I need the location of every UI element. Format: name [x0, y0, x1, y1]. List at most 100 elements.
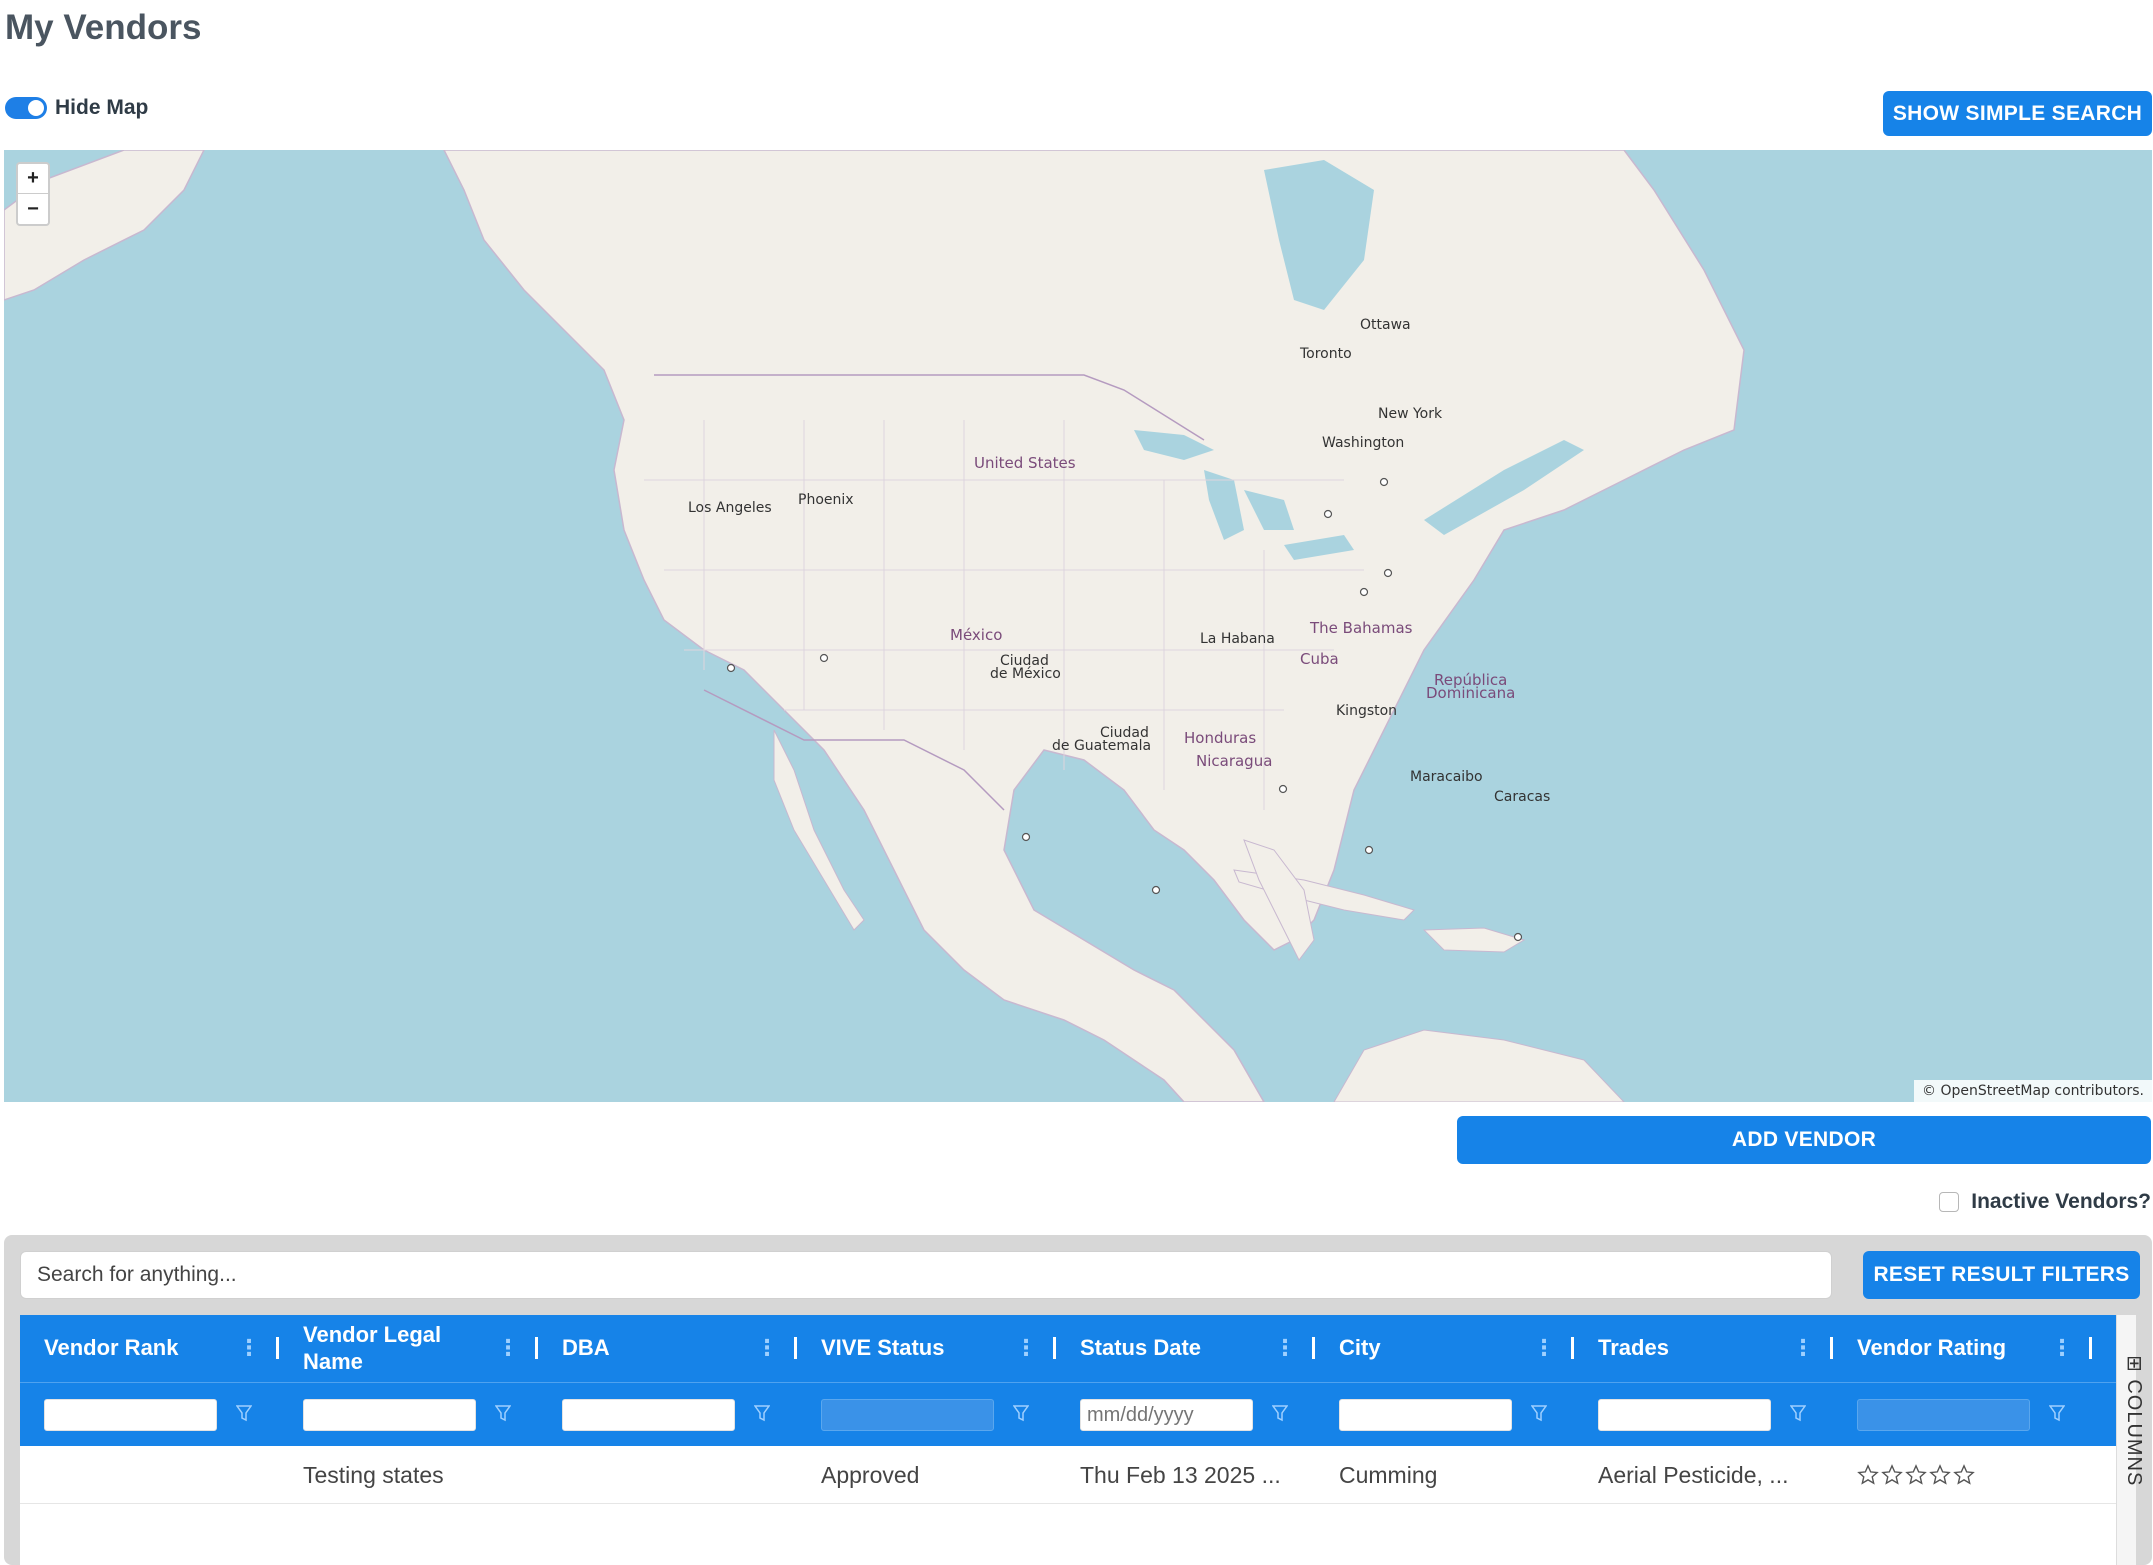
zoom-in-button[interactable]: +: [18, 164, 48, 194]
search-input[interactable]: [20, 1251, 1832, 1299]
cell-vendor-rank: [20, 1446, 44, 1504]
hide-map-label: Hide Map: [55, 96, 149, 119]
columns-panel-tab[interactable]: ⊞ COLUMNS: [2122, 1355, 2146, 1486]
inactive-vendors-label: Inactive Vendors?: [1971, 1190, 2151, 1213]
vendor-grid-panel: RESET RESULT FILTERS Vendor Rank ⋮ Vendor…: [4, 1235, 2152, 1565]
map-label-washington: Washington: [1322, 435, 1405, 451]
column-header-label: Trades: [1598, 1335, 1669, 1361]
column-menu-icon[interactable]: ⋮: [497, 1335, 519, 1361]
map-label-maracaibo: Maracaibo: [1410, 769, 1483, 785]
column-header-vendor-legal-name[interactable]: Vendor Legal Name ⋮: [279, 1315, 538, 1382]
filter-funnel-icon[interactable]: [1013, 1403, 1029, 1423]
map-label-phoenix: Phoenix: [798, 492, 854, 508]
columns-icon: ⊞: [2123, 1355, 2145, 1380]
reset-result-filters-button[interactable]: RESET RESULT FILTERS: [1863, 1251, 2140, 1299]
column-header-city[interactable]: City ⋮: [1315, 1315, 1574, 1382]
filter-input-vendor-legal-name[interactable]: [303, 1399, 476, 1431]
map-tiles: [4, 150, 1745, 1102]
cell-status-date: Thu Feb 13 2025 ...: [1080, 1461, 1281, 1488]
filter-input-city[interactable]: [1339, 1399, 1512, 1431]
map-label-toronto: Toronto: [1300, 346, 1352, 362]
column-header-label: Vendor Legal Name: [303, 1322, 442, 1374]
map-label-mexico: México: [950, 626, 1003, 644]
map-label-ottawa: Ottawa: [1360, 317, 1411, 333]
page-title: My Vendors: [5, 8, 202, 47]
column-header-dba[interactable]: DBA ⋮: [538, 1315, 797, 1382]
column-header-label: Vendor Rating: [1857, 1335, 2007, 1361]
filter-funnel-icon[interactable]: [236, 1403, 252, 1423]
column-header-trades[interactable]: Trades ⋮: [1574, 1315, 1833, 1382]
cell-dba: [538, 1446, 562, 1504]
filter-input-trades[interactable]: [1598, 1399, 1771, 1431]
map-label-caracas: Caracas: [1494, 789, 1551, 805]
column-menu-icon[interactable]: ⋮: [2051, 1335, 2073, 1361]
star-icon[interactable]: [1881, 1464, 1903, 1486]
cell-vive-status: Approved: [821, 1461, 920, 1488]
map-label-ciudad-guatemala-2: de Guatemala: [1052, 738, 1152, 754]
columns-tab-label: COLUMNS: [2123, 1379, 2145, 1487]
hide-map-toggle-row: Hide Map: [5, 96, 148, 120]
filter-input-vendor-rating: [1857, 1399, 2030, 1431]
map-attribution: © OpenStreetMap contributors.: [1914, 1080, 2152, 1102]
filter-date-status-date[interactable]: [1080, 1399, 1253, 1431]
map-label-los-angeles: Los Angeles: [688, 500, 772, 516]
star-icon[interactable]: [1905, 1464, 1927, 1486]
map-label-ciudad-mexico-2: de México: [990, 666, 1061, 682]
filter-funnel-icon[interactable]: [2049, 1403, 2065, 1423]
column-resize-handle[interactable]: [2089, 1337, 2092, 1359]
column-menu-icon[interactable]: ⋮: [238, 1335, 260, 1361]
column-header-vendor-rating[interactable]: Vendor Rating ⋮: [1833, 1315, 2092, 1382]
cell-vendor-legal-name: Testing states: [303, 1461, 444, 1488]
filter-funnel-icon[interactable]: [1272, 1403, 1288, 1423]
column-header-vendor-rank[interactable]: Vendor Rank ⋮: [20, 1315, 279, 1382]
grid-header: Vendor Rank ⋮ Vendor Legal Name ⋮ DBA ⋮ VIV…: [20, 1315, 2116, 1382]
column-header-vive-status[interactable]: VIVE Status ⋮: [797, 1315, 1056, 1382]
map-label-nicaragua: Nicaragua: [1196, 752, 1273, 770]
filter-input-vendor-rank[interactable]: [44, 1399, 217, 1431]
filter-input-vive-status: [821, 1399, 994, 1431]
table-row[interactable]: Testing states Approved Thu Feb 13 2025 …: [20, 1446, 2116, 1504]
column-menu-icon[interactable]: ⋮: [1274, 1335, 1296, 1361]
map-label-kingston: Kingston: [1336, 703, 1398, 719]
map-label-new-york: New York: [1378, 406, 1443, 422]
map-label-la-habana: La Habana: [1200, 631, 1275, 647]
filter-funnel-icon[interactable]: [1790, 1403, 1806, 1423]
vendor-map[interactable]: Ottawa Toronto New York Washington Unite…: [4, 150, 2152, 1102]
map-label-united-states: United States: [974, 454, 1076, 472]
column-menu-icon[interactable]: ⋮: [1533, 1335, 1555, 1361]
zoom-out-button[interactable]: −: [18, 194, 48, 224]
inactive-vendors-checkbox[interactable]: [1939, 1192, 1960, 1212]
grid-filter-row: [20, 1382, 2116, 1446]
column-header-status-date[interactable]: Status Date ⋮: [1056, 1315, 1315, 1382]
toggle-knob: [28, 100, 44, 116]
column-header-label: Status Date: [1080, 1335, 1202, 1361]
map-zoom-control: + −: [16, 162, 50, 226]
cell-trades: Aerial Pesticide, ...: [1598, 1461, 1789, 1488]
filter-funnel-icon[interactable]: [1531, 1403, 1547, 1423]
map-label-cuba: Cuba: [1300, 650, 1339, 668]
column-menu-icon[interactable]: ⋮: [1015, 1335, 1037, 1361]
add-vendor-button[interactable]: ADD VENDOR: [1457, 1116, 2151, 1164]
cell-vendor-rating[interactable]: [1833, 1446, 1975, 1504]
hide-map-toggle[interactable]: [5, 97, 47, 119]
column-header-label: City: [1339, 1335, 1381, 1361]
star-icon[interactable]: [1929, 1464, 1951, 1486]
show-simple-search-button[interactable]: SHOW SIMPLE SEARCH: [1883, 91, 2152, 136]
inactive-vendors-row: Inactive Vendors?: [1939, 1190, 2151, 1214]
column-header-label: Vendor Rank: [44, 1335, 179, 1361]
star-icon[interactable]: [1953, 1464, 1975, 1486]
map-label-bahamas: The Bahamas: [1310, 619, 1413, 637]
vendor-grid: Vendor Rank ⋮ Vendor Legal Name ⋮ DBA ⋮ VIV…: [20, 1315, 2145, 1565]
map-label-republica-2: Dominicana: [1426, 684, 1516, 702]
filter-input-dba[interactable]: [562, 1399, 735, 1431]
star-rating[interactable]: [1857, 1464, 1975, 1486]
star-icon[interactable]: [1857, 1464, 1879, 1486]
cell-city: Cumming: [1339, 1461, 1438, 1488]
filter-funnel-icon[interactable]: [495, 1403, 511, 1423]
column-header-label: DBA: [562, 1335, 610, 1361]
column-menu-icon[interactable]: ⋮: [1792, 1335, 1814, 1361]
filter-funnel-icon[interactable]: [754, 1403, 770, 1423]
map-label-honduras: Honduras: [1184, 729, 1257, 747]
column-header-label: VIVE Status: [821, 1335, 945, 1361]
column-menu-icon[interactable]: ⋮: [756, 1335, 778, 1361]
